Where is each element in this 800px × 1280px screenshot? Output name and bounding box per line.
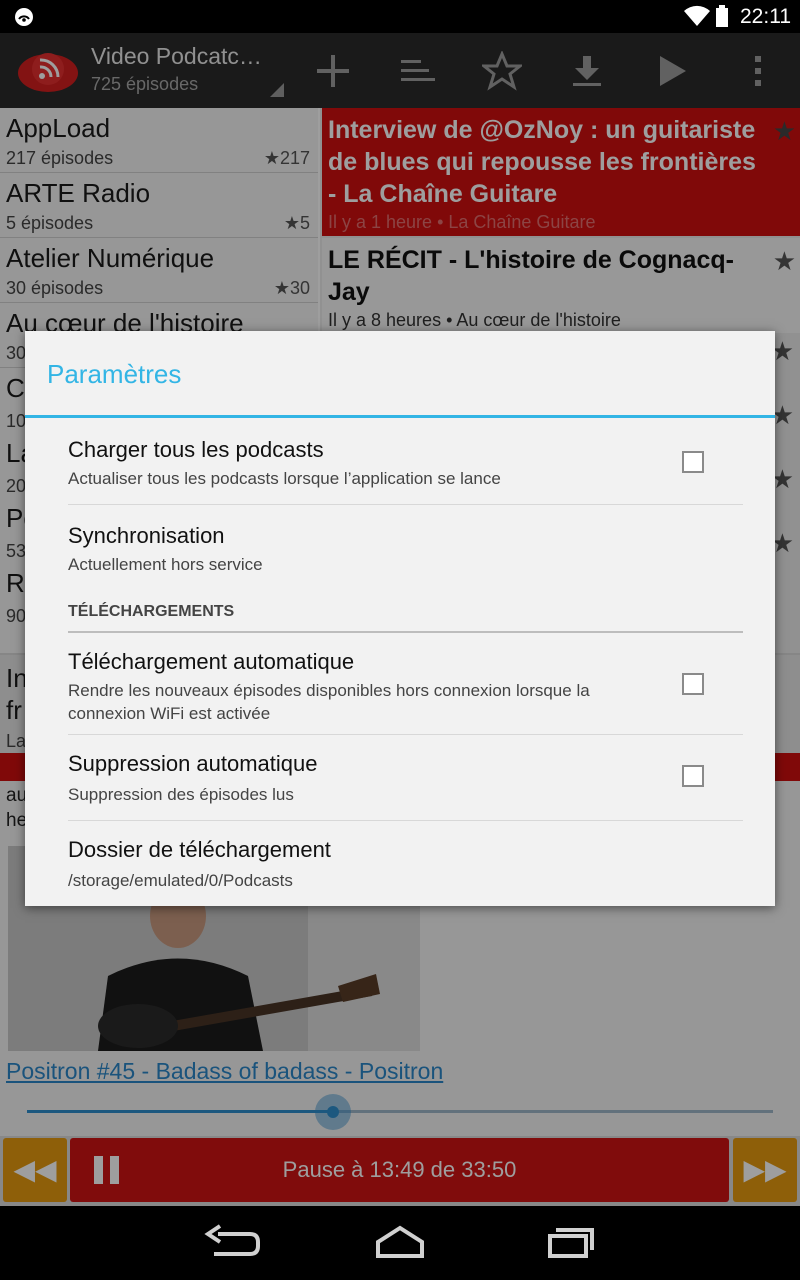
pref-summary: Rendre les nouveaux épisodes disponibles… (68, 681, 590, 723)
pref-title: Synchronisation (68, 523, 225, 548)
pref-title: Suppression automatique (68, 751, 318, 776)
wifi-icon (684, 5, 710, 26)
pref-title: Téléchargement automatique (68, 649, 355, 674)
pref-checkbox[interactable] (682, 673, 704, 695)
pref-auto-download[interactable]: Téléchargement automatique Rendre les no… (68, 635, 743, 735)
battery-icon (716, 5, 728, 27)
pref-summary: Actualiser tous les podcasts lorsque l’a… (68, 469, 501, 488)
pref-checkbox[interactable] (682, 451, 704, 473)
pref-title: Charger tous les podcasts (68, 437, 324, 462)
home-icon[interactable] (370, 1222, 430, 1262)
dialog-title: Paramètres (47, 359, 182, 389)
pref-download-folder[interactable]: Dossier de téléchargement /storage/emula… (68, 821, 743, 906)
pref-category-downloads: TÉLÉCHARGEMENTS (68, 603, 743, 633)
pref-checkbox[interactable] (682, 765, 704, 787)
pref-auto-delete[interactable]: Suppression automatique Suppression des … (68, 735, 743, 821)
navigation-bar (0, 1206, 800, 1280)
pref-summary: Suppression des épisodes lus (68, 785, 294, 804)
notification-icon (15, 8, 33, 26)
status-bar: 22:11 (0, 0, 800, 33)
recent-apps-icon[interactable] (540, 1222, 600, 1262)
pref-category-label: TÉLÉCHARGEMENTS (68, 603, 235, 620)
pref-summary: Actuellement hors service (68, 555, 263, 574)
pref-title: Dossier de téléchargement (68, 837, 331, 862)
pref-load-all-podcasts[interactable]: Charger tous les podcasts Actualiser tou… (68, 419, 743, 505)
settings-dialog: Paramètres Charger tous les podcasts Act… (25, 331, 775, 906)
dialog-title-divider (25, 415, 775, 418)
clock: 22:11 (740, 5, 791, 28)
pref-synchronisation[interactable]: Synchronisation Actuellement hors servic… (68, 505, 743, 591)
pref-summary: /storage/emulated/0/Podcasts (68, 871, 293, 890)
back-icon[interactable] (200, 1222, 260, 1262)
